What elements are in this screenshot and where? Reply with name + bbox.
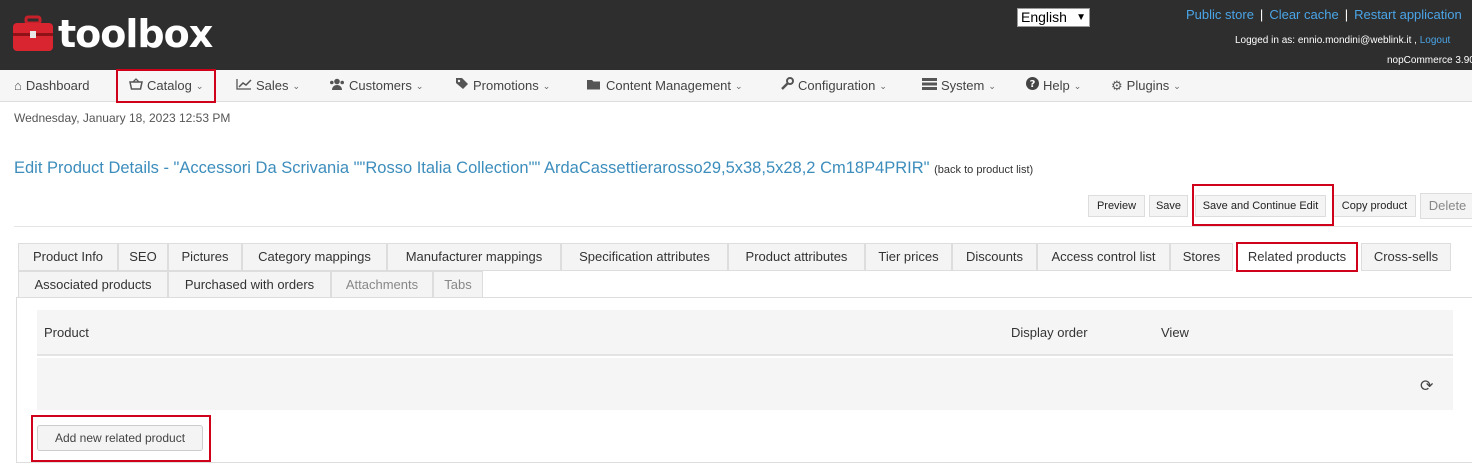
tab-cross-sells[interactable]: Cross-sells xyxy=(1361,243,1451,271)
users-icon xyxy=(329,70,345,102)
nav-item-configuration[interactable]: Configuration ⌄ xyxy=(781,70,887,102)
chevron-down-icon: ⌄ xyxy=(415,81,424,91)
grid-empty-row xyxy=(37,358,1453,410)
chevron-down-icon: ▼ xyxy=(1076,12,1086,23)
nav-item-content-management[interactable]: Content Management ⌄ xyxy=(586,70,743,102)
highlight-catalog xyxy=(116,69,216,103)
chevron-down-icon: ⌄ xyxy=(879,81,887,91)
back-to-list-link[interactable]: (back to product list) xyxy=(934,164,1033,176)
main-nav: ⌂ Dashboard Catalog ⌄ Sales ⌄ Customers … xyxy=(0,70,1472,102)
language-value: English xyxy=(1021,9,1067,25)
nav-label: Plugins xyxy=(1126,78,1170,93)
chevron-down-icon: ⌄ xyxy=(1173,81,1181,91)
public-store-link[interactable]: Public store xyxy=(1186,7,1254,22)
highlight-add-related xyxy=(31,415,211,462)
tab-discounts[interactable]: Discounts xyxy=(952,243,1037,271)
logout-link[interactable]: Logout xyxy=(1420,35,1451,46)
top-links: Public store | Clear cache | Restart applica… xyxy=(1186,7,1462,22)
server-icon xyxy=(922,70,937,102)
highlight-related-products xyxy=(1236,242,1358,272)
chevron-down-icon: ⌄ xyxy=(1073,81,1082,91)
nav-item-help[interactable]: ? Help ⌄ xyxy=(1026,70,1081,102)
page-title: Edit Product Details - "Accessori Da Scr… xyxy=(14,159,1033,178)
nav-label: Dashboard xyxy=(25,78,90,93)
chevron-down-icon: ⌄ xyxy=(542,81,551,91)
nav-label: Content Management xyxy=(606,78,732,93)
nav-item-customers[interactable]: Customers ⌄ xyxy=(329,70,423,102)
nav-label: Customers xyxy=(349,78,412,93)
tab-specification-attributes[interactable]: Specification attributes xyxy=(561,243,728,271)
column-view[interactable]: View xyxy=(1161,325,1189,340)
page-title-text: Edit Product Details - "Accessori Da Scr… xyxy=(14,159,930,177)
toolbox-icon xyxy=(12,15,54,53)
restart-application-link[interactable]: Restart application xyxy=(1354,7,1462,22)
nav-label: Help xyxy=(1043,78,1070,93)
nav-item-promotions[interactable]: Promotions ⌄ xyxy=(455,70,550,102)
home-icon: ⌂ xyxy=(14,78,22,93)
tab-tier-prices[interactable]: Tier prices xyxy=(865,243,952,271)
folder-icon xyxy=(586,70,602,102)
logged-in-label: Logged in as: ennio.mondini@weblink.it , xyxy=(1235,35,1417,46)
nav-item-plugins[interactable]: ⚙ Plugins ⌄ xyxy=(1111,70,1181,102)
tab-pictures[interactable]: Pictures xyxy=(168,243,242,271)
divider xyxy=(14,226,1472,227)
grid-header: Product Display order View xyxy=(37,310,1453,356)
tab-attachments[interactable]: Attachments xyxy=(331,271,433,299)
logo-text: toolbox xyxy=(58,12,213,56)
refresh-icon[interactable]: ⟳ xyxy=(1420,376,1433,396)
chevron-down-icon: ⌄ xyxy=(735,81,743,91)
version-label: nopCommerce 3.90 xyxy=(1387,55,1472,66)
preview-button[interactable]: Preview xyxy=(1088,195,1145,217)
wrench-icon xyxy=(781,70,794,102)
column-display-order[interactable]: Display order xyxy=(1011,325,1088,340)
tab-tabs[interactable]: Tabs xyxy=(433,271,483,299)
tab-category-mappings[interactable]: Category mappings xyxy=(242,243,387,271)
copy-product-button[interactable]: Copy product xyxy=(1333,195,1416,217)
tab-seo[interactable]: SEO xyxy=(118,243,168,271)
chevron-down-icon: ⌄ xyxy=(988,81,996,91)
tab-stores[interactable]: Stores xyxy=(1170,243,1233,271)
column-product[interactable]: Product xyxy=(44,325,89,340)
tab-purchased-with-orders[interactable]: Purchased with orders xyxy=(168,271,331,299)
question-icon: ? xyxy=(1026,70,1039,102)
clear-cache-link[interactable]: Clear cache xyxy=(1269,7,1338,22)
logged-in-info: Logged in as: ennio.mondini@weblink.it ,… xyxy=(1235,35,1450,46)
nav-item-sales[interactable]: Sales ⌄ xyxy=(236,70,300,102)
chevron-down-icon: ⌄ xyxy=(292,81,301,91)
tab-product-info[interactable]: Product Info xyxy=(18,243,118,271)
nav-item-dashboard[interactable]: ⌂ Dashboard xyxy=(14,70,89,102)
nav-item-system[interactable]: System ⌄ xyxy=(922,70,996,102)
nav-label: Sales xyxy=(256,78,289,93)
nav-label: System xyxy=(941,78,985,93)
svg-text:?: ? xyxy=(1030,79,1036,90)
nav-label: Promotions xyxy=(473,78,539,93)
tab-access-control-list[interactable]: Access control list xyxy=(1037,243,1170,271)
tab-manufacturer-mappings[interactable]: Manufacturer mappings xyxy=(387,243,561,271)
chart-icon xyxy=(236,70,252,102)
logo[interactable]: toolbox xyxy=(12,12,213,56)
cogs-icon: ⚙ xyxy=(1111,78,1123,93)
top-header: toolbox English ▼ Public store | Clear cac… xyxy=(0,0,1472,70)
tag-icon xyxy=(455,70,469,102)
tab-product-attributes[interactable]: Product attributes xyxy=(728,243,865,271)
nav-label: Configuration xyxy=(798,78,876,93)
delete-button[interactable]: Delete xyxy=(1420,193,1472,219)
language-select[interactable]: English ▼ xyxy=(1017,8,1090,27)
tab-associated-products[interactable]: Associated products xyxy=(18,271,168,299)
highlight-save-continue xyxy=(1192,184,1334,226)
current-date: Wednesday, January 18, 2023 12:53 PM xyxy=(14,111,231,125)
save-button[interactable]: Save xyxy=(1149,195,1188,217)
